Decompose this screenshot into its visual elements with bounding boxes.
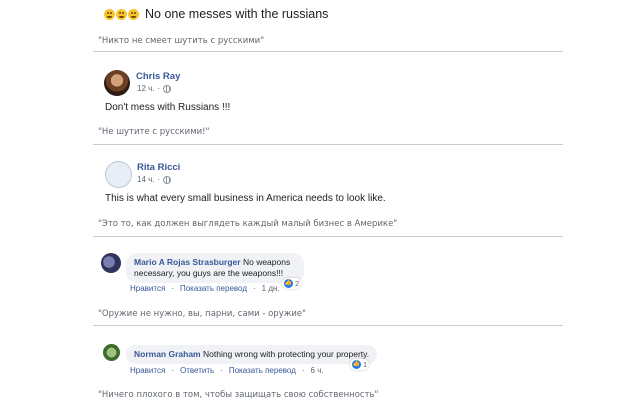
author-name[interactable]: Rita Ricci	[137, 162, 180, 173]
post-meta: 14 ч. ·	[137, 175, 172, 184]
comment-actions: Нравится · Показать перевод · 1 дн.	[130, 284, 280, 293]
divider	[93, 51, 563, 52]
laughing-face-icon	[104, 8, 115, 20]
reaction-counter[interactable]: 👍 2	[282, 278, 302, 289]
timestamp[interactable]: 6 ч.	[311, 366, 324, 375]
laughing-face-icon	[116, 8, 127, 20]
translation-caption: "Это то, как должен выглядеть каждый мал…	[98, 219, 398, 229]
avatar[interactable]	[105, 161, 132, 188]
comment-text: No one messes with the russians	[145, 7, 329, 21]
timestamp[interactable]: 12 ч.	[137, 84, 155, 93]
emoji-comment: No one messes with the russians	[104, 7, 328, 21]
show-translation-link[interactable]: Показать перевод	[229, 366, 296, 375]
emoji-group	[104, 8, 139, 20]
globe-icon	[163, 84, 172, 93]
reaction-count: 2	[295, 279, 300, 288]
like-link[interactable]: Нравится	[130, 366, 165, 375]
translation-caption: "Не шутите с русскими!"	[98, 127, 210, 137]
post-meta: 12 ч. ·	[137, 84, 172, 93]
divider	[93, 236, 563, 237]
comment-bubble: Mario A Rojas Strasburger No weapons nec…	[126, 253, 304, 283]
avatar[interactable]	[101, 253, 121, 273]
comment-actions: Нравится · Ответить · Показать перевод ·…	[130, 366, 324, 375]
avatar[interactable]	[104, 70, 130, 96]
laughing-face-icon	[128, 8, 139, 20]
thumbs-up-icon: 👍	[284, 279, 293, 288]
avatar[interactable]	[103, 344, 120, 361]
comment-text-line1: No weapons	[242, 257, 291, 267]
thumbs-up-icon: 👍	[352, 360, 361, 369]
author-name[interactable]: Norman Graham	[134, 349, 201, 359]
comment-text-line2: necessary, you guys are the weapons!!!	[134, 268, 284, 278]
globe-icon	[163, 175, 172, 184]
post-text: This is what every small business in Ame…	[105, 193, 386, 204]
like-link[interactable]: Нравится	[130, 284, 165, 293]
reaction-count: 1	[363, 360, 368, 369]
timestamp[interactable]: 1 дн.	[262, 284, 280, 293]
divider	[93, 144, 563, 145]
divider	[93, 325, 563, 326]
comment-bubble: Norman Graham Nothing wrong with protect…	[126, 345, 378, 364]
author-name[interactable]: Mario A Rojas Strasburger	[134, 257, 241, 267]
reaction-counter[interactable]: 👍 1	[350, 359, 370, 370]
author-name[interactable]: Chris Ray	[136, 71, 180, 82]
reply-link[interactable]: Ответить	[180, 366, 214, 375]
timestamp[interactable]: 14 ч.	[137, 175, 155, 184]
translation-caption: "Никто не смеет шутить с русскими"	[98, 36, 265, 46]
translation-caption: "Ничего плохого в том, чтобы защищать св…	[98, 390, 379, 400]
translation-caption: "Оружие не нужно, вы, парни, сами - оруж…	[98, 309, 307, 319]
comment-text: Nothing wrong with protecting your prope…	[202, 349, 370, 359]
show-translation-link[interactable]: Показать перевод	[180, 284, 247, 293]
post-text: Don't mess with Russians !!!	[105, 102, 231, 113]
